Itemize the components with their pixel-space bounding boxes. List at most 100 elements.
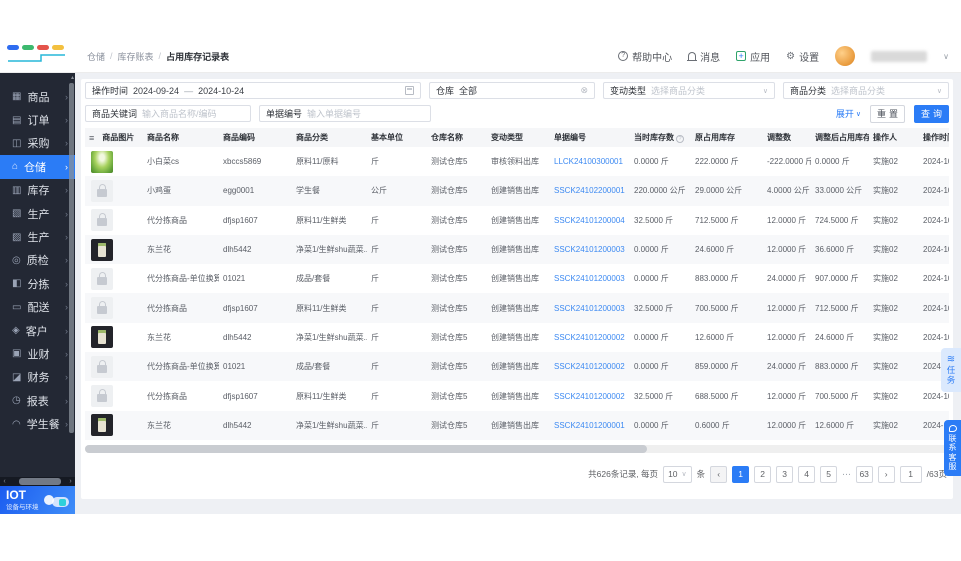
sidebar-item-quality[interactable]: ◎ 质检 ›	[0, 249, 75, 272]
cell-adj: 12.0000 斤	[767, 215, 807, 225]
doc-number-link[interactable]: SSCK24101200004	[550, 216, 630, 225]
page-button[interactable]: 1	[732, 465, 750, 483]
cell-orig: 12.6000 斤	[695, 332, 735, 342]
help-center-button[interactable]: ? 帮助中心	[618, 49, 672, 64]
doc-number-link[interactable]: SSCK24101200003	[550, 245, 630, 254]
keyword-filter-placeholder: 输入商品名称/编码	[142, 109, 217, 119]
apps-button[interactable]: + 应用	[736, 49, 770, 64]
doc-number-link[interactable]: SSCK24101200003	[550, 274, 630, 283]
sidebar-item-production[interactable]: ▧ 生产 ›	[0, 202, 75, 225]
doc-number-link[interactable]: LLCK24100300001	[550, 157, 630, 166]
contact-service-widget[interactable]: 联系客服	[944, 420, 961, 476]
page-button[interactable]: 4	[798, 465, 816, 483]
cell-op: 实施02	[873, 215, 898, 225]
page-button[interactable]: 3	[776, 465, 794, 483]
date-separator: —	[184, 85, 194, 96]
sidebar-item-finance[interactable]: ◪ 财务 ›	[0, 366, 75, 389]
sidebar-item-products[interactable]: ▦ 商品 ›	[0, 85, 75, 108]
category-filter[interactable]: 商品分类 选择商品分类 ∨	[783, 82, 949, 99]
sidebar-item-business-finance[interactable]: ▣ 业财 ›	[0, 342, 75, 365]
expand-link[interactable]: 展开 ∨	[836, 107, 861, 120]
sidebar-item-orders[interactable]: ▤ 订单 ›	[0, 108, 75, 131]
hscroll-thumb[interactable]	[19, 478, 61, 485]
production-2-icon: ▨	[12, 231, 22, 243]
sidebar-item-customers[interactable]: ◈ 客户 ›	[0, 319, 75, 342]
cell-name: 东兰花	[147, 420, 171, 430]
breadcrumb-item[interactable]: 仓储	[87, 50, 105, 63]
sidebar-item-delivery[interactable]: ▭ 配送 ›	[0, 296, 75, 319]
cell-op: 实施02	[873, 245, 898, 255]
reset-button[interactable]: 重置	[869, 104, 905, 123]
settings-button[interactable]: ⚙ 设置	[786, 49, 819, 64]
clear-icon[interactable]: ⊗	[580, 86, 588, 95]
warehouse-filter[interactable]: 仓库 全部 ⊗	[429, 82, 595, 99]
cell-adj: 12.0000 斤	[767, 303, 807, 313]
table-row: 代分拣商品 dfjsp1607 原料11/生鲜类 斤 测试仓库5 创建销售出库 SSCK24…	[85, 206, 949, 235]
sidebar-item-sorting[interactable]: ◧ 分拣 ›	[0, 272, 75, 295]
sidebar-item-label: 业财	[27, 348, 50, 361]
doc-number-link[interactable]: SSCK24101200002	[550, 392, 630, 401]
iot-banner[interactable]: IOT 设备与环境	[0, 486, 75, 514]
sidebar-item-inventory[interactable]: ▥ 库存 ›	[0, 179, 75, 202]
sidebar-hscrollbar[interactable]: ‹ ›	[0, 477, 75, 486]
cell-time: 2024-10-1	[923, 245, 949, 255]
calendar-icon[interactable]	[405, 86, 414, 95]
doc-number-link[interactable]: SSCK24101200003	[550, 304, 630, 313]
chevron-right-icon: ›	[65, 91, 68, 102]
cell-cat: 净菜1/生鲜shu蔬菜...	[296, 245, 367, 255]
cell-op: 实施02	[873, 157, 898, 167]
prev-page-button[interactable]: ‹	[710, 465, 728, 483]
orders-icon: ▤	[12, 114, 22, 126]
product-image	[91, 267, 113, 290]
table-scrollbar-thumb[interactable]	[85, 444, 647, 453]
sidebar-item-student-meals[interactable]: ◠ 学生餐 ›	[0, 412, 75, 435]
change-type-filter[interactable]: 变动类型 选择商品分类 ∨	[603, 82, 775, 99]
page-size-select[interactable]: 10 ∨	[663, 465, 692, 483]
messages-button[interactable]: 消息	[687, 49, 720, 64]
column-settings-icon[interactable]: ≡	[89, 133, 94, 143]
scroll-right-icon[interactable]: ›	[66, 478, 75, 485]
sidebar-item-purchasing[interactable]: ◫ 采购 ›	[0, 132, 75, 155]
doc-number-link[interactable]: SSCK24101200002	[550, 333, 630, 342]
cell-after: 712.5000 斤	[815, 303, 859, 313]
scroll-left-icon[interactable]: ‹	[0, 478, 9, 485]
page-jump-input[interactable]: 1	[899, 465, 922, 483]
change-type-label: 变动类型	[610, 86, 647, 96]
cell-orig: 24.6000 斤	[695, 245, 735, 255]
docno-filter[interactable]: 单据编号 输入单据编号	[259, 105, 431, 122]
column-header: 调整后占用库存	[811, 132, 869, 143]
sidebar-item-production-2[interactable]: ▨ 生产 ›	[0, 225, 75, 248]
tasks-widget[interactable]: ≋ 任务	[941, 348, 961, 392]
breadcrumb-item[interactable]: 库存账表	[118, 50, 154, 63]
doc-number-link[interactable]: SSCK24101200001	[550, 421, 630, 430]
avatar[interactable]	[835, 46, 856, 66]
iot-subtitle: 设备与环境	[6, 504, 39, 511]
sidebar-scroll-up-icon[interactable]: ▴	[71, 74, 74, 81]
user-menu-caret-icon[interactable]: ∨	[943, 52, 949, 61]
cell-cur: 0.0000 斤	[634, 362, 669, 372]
column-header-label: 当时库存数	[634, 133, 674, 142]
page-button[interactable]: 63	[855, 465, 873, 483]
cell-cat: 原料11/原料	[296, 157, 339, 167]
column-header-label: 商品名称	[147, 133, 179, 142]
sidebar-item-reports[interactable]: ◷ 报表 ›	[0, 389, 75, 412]
sidebar-item-label: 客户	[25, 325, 48, 338]
sidebar-item-warehouse[interactable]: ⌂ 仓储 ›	[0, 155, 75, 179]
keyword-filter[interactable]: 商品关键词 输入商品名称/编码	[85, 105, 251, 122]
page-button[interactable]: 5	[820, 465, 838, 483]
doc-number-link[interactable]: SSCK24101200002	[550, 362, 630, 371]
finance-icon: ◪	[12, 371, 22, 383]
doc-number-link[interactable]: SSCK24102200001	[550, 186, 630, 195]
chevron-right-icon: ›	[65, 302, 68, 313]
column-header-label: 操作人	[873, 133, 897, 142]
search-button[interactable]: 查询	[913, 104, 949, 123]
table-row: 小鸡蛋 egg0001 学生餐 公斤 测试仓库5 创建销售出库 SSCK2410220000…	[85, 176, 949, 206]
column-header: 当时库存数?	[630, 132, 691, 143]
table-scrollbar[interactable]	[85, 444, 949, 453]
next-page-button[interactable]: ›	[877, 465, 895, 483]
sidebar-scrollbar[interactable]	[69, 83, 74, 433]
breadcrumb-separator: /	[158, 51, 162, 61]
page-button[interactable]: 2	[754, 465, 772, 483]
cell-type: 创建销售出库	[491, 332, 539, 342]
date-range-filter[interactable]: 操作时间 2024-09-24 — 2024-10-24	[85, 82, 421, 99]
